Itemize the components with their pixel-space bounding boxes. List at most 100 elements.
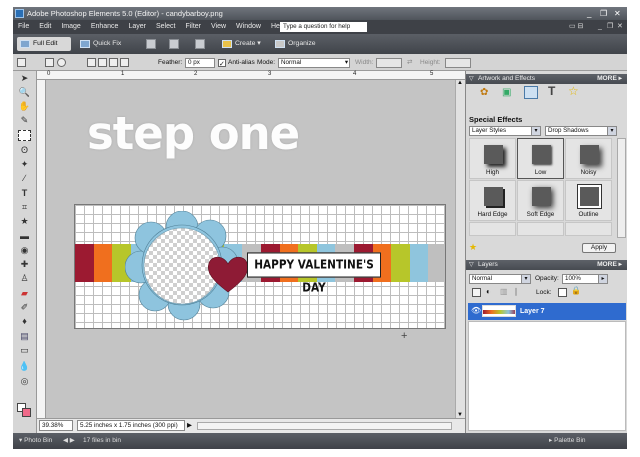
paint-bucket-tool-icon[interactable]: ♦ [18, 316, 31, 327]
effects-scrollbar[interactable] [617, 138, 626, 238]
apply-button[interactable]: Apply [582, 243, 616, 253]
new-selection-icon[interactable] [87, 58, 96, 67]
zoom-tool-icon[interactable]: 🔍 [18, 87, 31, 98]
quick-fix-button[interactable]: Quick Fix [77, 37, 133, 51]
full-edit-button[interactable]: Full Edit [17, 37, 71, 51]
banner-image[interactable]: HAPPY VALENTINE'S DAY [74, 204, 446, 329]
doc-window-controls-icon[interactable]: ▭ ⊟ [569, 20, 583, 34]
eye-visibility-icon[interactable]: 👁 [471, 306, 481, 315]
link-layer-icon[interactable]: ∥ [514, 287, 518, 296]
effect-partial[interactable] [469, 222, 516, 236]
restore-icon[interactable]: ❐ [600, 7, 607, 20]
move-tool-icon[interactable]: ➤ [18, 73, 31, 84]
collapse-icon[interactable]: ▽ [469, 260, 474, 270]
vertical-scrollbar[interactable]: ▲ ▼ [455, 80, 465, 418]
close-icon[interactable]: ✕ [614, 7, 621, 20]
menu-enhance[interactable]: Enhance [86, 20, 124, 34]
subtract-selection-icon[interactable] [109, 58, 118, 67]
layers-header[interactable]: ▽ Layers MORE ▸ [466, 260, 627, 270]
bin-nav-icons[interactable]: ◀ ▶ [63, 433, 75, 449]
horizontal-scrollbar[interactable] [197, 422, 452, 430]
artwork-more-button[interactable]: MORE ▸ [597, 74, 622, 84]
effect-partial[interactable] [565, 222, 612, 236]
adjustment-layer-icon[interactable]: ◐ [486, 287, 491, 296]
effect-noisy[interactable]: Noisy [565, 138, 612, 179]
print-icon[interactable] [146, 39, 156, 49]
straighten-tool-icon[interactable]: ▬ [18, 231, 31, 242]
crop-tool-icon[interactable]: ⌗ [18, 202, 31, 213]
help-search-input[interactable]: Type a question for help [280, 22, 367, 32]
new-layer-icon[interactable] [472, 288, 481, 297]
doc-minimize-icon[interactable]: _ [598, 20, 602, 34]
favorites-star-icon[interactable]: ☆ [568, 84, 579, 98]
type-tool-icon[interactable]: T [18, 188, 31, 199]
delete-layer-icon[interactable]: ▥ [500, 287, 508, 296]
menu-layer[interactable]: Layer [123, 20, 151, 34]
red-eye-tool-icon[interactable]: ◉ [18, 245, 31, 256]
intersect-selection-icon[interactable] [120, 58, 129, 67]
anti-alias-checkbox[interactable]: ✓ [218, 59, 226, 68]
add-favorite-star-icon[interactable]: ★ [469, 242, 477, 253]
menu-select[interactable]: Select [151, 20, 180, 34]
healing-brush-tool-icon[interactable]: ✚ [18, 259, 31, 270]
zoom-level-field[interactable]: 39.38% [39, 420, 73, 431]
shape-tool-icon[interactable]: ▭ [18, 345, 31, 356]
opacity-input[interactable]: 100% ▸ [562, 274, 608, 284]
doc-info-menu-icon[interactable]: ▶ [187, 419, 192, 432]
doc-close-icon[interactable]: ✕ [617, 20, 623, 34]
share-icon[interactable] [169, 39, 179, 49]
effect-outline[interactable]: Outline [565, 180, 612, 221]
clone-stamp-tool-icon[interactable]: ♙ [18, 273, 31, 284]
marquee-tool-icon[interactable] [18, 130, 31, 141]
width-input[interactable] [376, 58, 402, 68]
artwork-icon[interactable]: ✿ [480, 87, 488, 98]
swap-dimensions-icon[interactable]: ⇄ [407, 54, 412, 71]
menu-file[interactable]: File [13, 20, 34, 34]
magic-wand-tool-icon[interactable]: ✦ [18, 159, 31, 170]
scroll-up-icon[interactable]: ▲ [457, 80, 463, 86]
lock-transparency-icon[interactable] [558, 288, 567, 297]
special-effects-icon[interactable] [524, 86, 538, 99]
doc-restore-icon[interactable]: ❐ [607, 20, 613, 34]
organize-button[interactable]: Organize [272, 37, 324, 51]
text-effects-icon[interactable]: T [548, 84, 555, 98]
effect-high[interactable]: High [469, 138, 516, 179]
eyedropper-tool-icon[interactable]: ✎ [18, 115, 31, 126]
hand-tool-icon[interactable]: ✋ [18, 101, 31, 112]
background-color-swatch[interactable] [22, 408, 31, 417]
menu-edit[interactable]: Edit [34, 20, 56, 34]
blur-tool-icon[interactable]: 💧 [18, 361, 31, 372]
menu-filter[interactable]: Filter [180, 20, 206, 34]
effect-hard-edge[interactable]: Hard Edge [469, 180, 516, 221]
effect-low[interactable]: Low [517, 138, 564, 179]
photo-bin-button[interactable]: ▾ Photo Bin [19, 433, 52, 449]
layer-row[interactable]: 👁 Layer 7 [468, 303, 626, 320]
gradient-tool-icon[interactable]: ▤ [18, 331, 31, 342]
effect-style-select[interactable]: Drop Shadows ▾ [545, 126, 617, 136]
cookie-cutter-tool-icon[interactable]: ★ [18, 216, 31, 227]
eraser-tool-icon[interactable]: ▰ [18, 288, 31, 299]
height-input[interactable] [445, 58, 471, 68]
add-selection-icon[interactable] [98, 58, 107, 67]
sponge-tool-icon[interactable]: ◎ [18, 376, 31, 387]
blend-mode-select[interactable]: Normal ▾ [469, 274, 531, 284]
lock-all-icon[interactable]: 🔒 [571, 286, 581, 295]
menu-view[interactable]: View [206, 20, 231, 34]
minimize-icon[interactable]: _ [587, 7, 591, 20]
create-button[interactable]: Create ▾ [219, 37, 271, 51]
artwork-effects-header[interactable]: ▽ Artwork and Effects MORE ▸ [466, 74, 627, 84]
order-prints-icon[interactable] [195, 39, 205, 49]
palette-bin-button[interactable]: ▸ Palette Bin [549, 433, 586, 449]
effect-category-select[interactable]: Layer Styles ▾ [469, 126, 541, 136]
collapse-icon[interactable]: ▽ [469, 74, 474, 84]
ellipse-marquee-icon[interactable] [57, 58, 66, 67]
effect-partial[interactable] [517, 222, 564, 236]
marquee-tool-icon[interactable] [17, 58, 26, 67]
menu-image[interactable]: Image [56, 20, 85, 34]
selection-brush-tool-icon[interactable]: ∕ [18, 173, 31, 184]
mode-select[interactable]: Normal ▾ [278, 58, 350, 68]
lasso-tool-icon[interactable]: ʘ [18, 145, 31, 156]
rect-marquee-icon[interactable] [45, 58, 54, 67]
brush-tool-icon[interactable]: ✐ [18, 302, 31, 313]
themes-icon[interactable]: ▣ [502, 87, 511, 98]
